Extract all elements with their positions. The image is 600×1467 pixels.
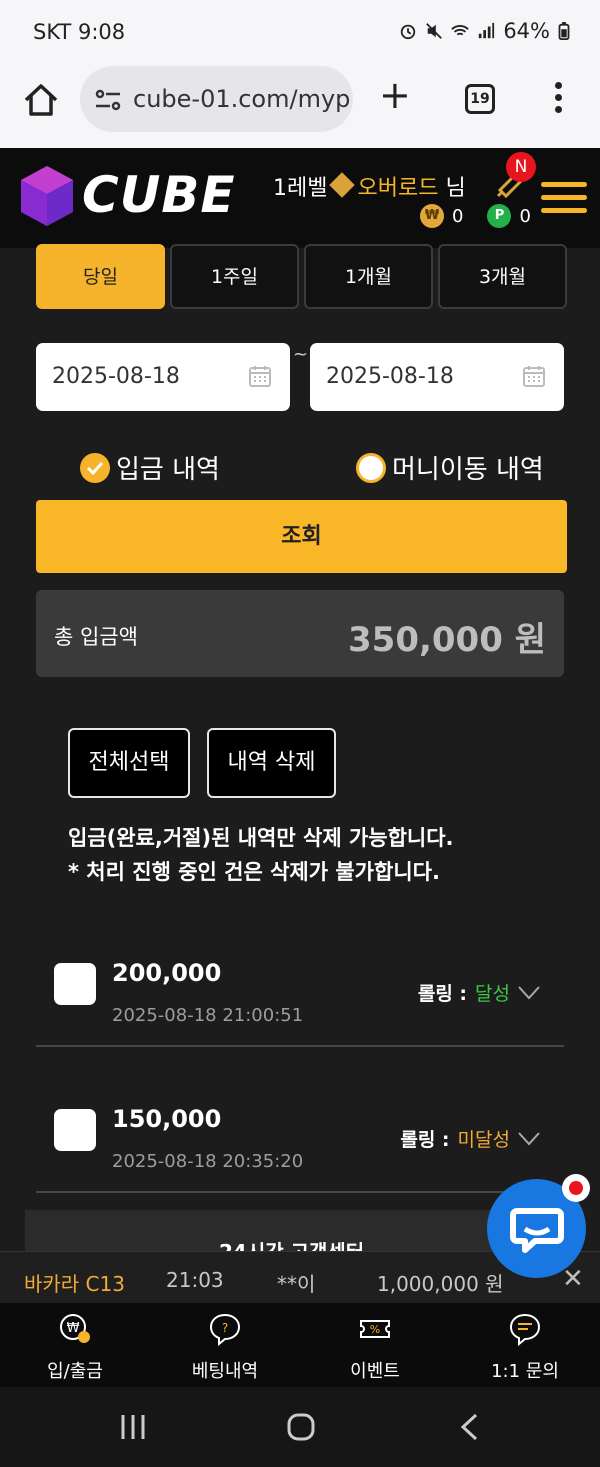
date-from-value: 2025-08-18 bbox=[52, 364, 180, 389]
user-level: 1레벨 bbox=[273, 176, 328, 201]
nav-inquiry[interactable]: 1:1 문의 bbox=[450, 1303, 600, 1387]
tab-1month[interactable]: 1개월 bbox=[304, 244, 433, 309]
alarm-icon bbox=[401, 24, 416, 40]
nav-deposit-withdraw[interactable]: ₩ 입/출금 bbox=[0, 1303, 150, 1387]
radio-deposit-label: 입금 내역 bbox=[116, 455, 220, 485]
battery-icon bbox=[558, 22, 570, 40]
point-balance: 0 bbox=[519, 205, 531, 227]
nav-label: 베팅내역 bbox=[191, 1361, 259, 1382]
radio-transfer[interactable]: 머니이동 내역 bbox=[356, 449, 544, 486]
rolling-label: 롤링 : bbox=[400, 1129, 450, 1151]
point-coin-icon: P bbox=[487, 204, 512, 228]
browser-toolbar: cube-01.com/myp + 19 bbox=[0, 62, 600, 148]
chevron-down-icon[interactable] bbox=[518, 985, 540, 1000]
honorific: 님 bbox=[445, 176, 466, 201]
ticker-game: 바카라 C13 bbox=[24, 1272, 125, 1296]
status-icons: 64% bbox=[399, 19, 570, 43]
signal-icon bbox=[479, 22, 495, 39]
notification-badge[interactable]: N bbox=[506, 152, 536, 182]
home-icon[interactable] bbox=[22, 82, 60, 118]
tab-today[interactable]: 당일 bbox=[36, 244, 165, 309]
status-bar: SKT 9:08 64% bbox=[0, 0, 600, 62]
wallet-icon: ₩ bbox=[60, 1314, 90, 1343]
nav-label: 이벤트 bbox=[350, 1361, 400, 1382]
row-checkbox[interactable] bbox=[54, 963, 96, 1005]
calendar-icon[interactable] bbox=[522, 364, 546, 388]
wifi-icon bbox=[451, 25, 470, 36]
tab-3month[interactable]: 3개월 bbox=[438, 244, 567, 309]
row-datetime: 2025-08-18 20:35:20 bbox=[112, 1151, 304, 1172]
chevron-down-icon[interactable] bbox=[518, 1131, 540, 1146]
nav-label: 입/출금 bbox=[47, 1361, 103, 1382]
record-badge-icon bbox=[562, 1174, 590, 1202]
site-logo[interactable]: CUBE bbox=[82, 166, 236, 224]
nav-event[interactable]: % 이벤트 bbox=[300, 1303, 450, 1387]
back-icon[interactable] bbox=[458, 1413, 480, 1441]
rolling-status[interactable]: 롤링 : 미달성 bbox=[400, 1125, 540, 1152]
total-deposit-box: 총 입금액 350,000 원 bbox=[36, 590, 564, 677]
radio-deposit[interactable]: 입금 내역 bbox=[80, 449, 220, 486]
level-diamond-icon bbox=[329, 172, 356, 198]
rolling-label: 롤링 : bbox=[417, 983, 468, 1005]
row-checkbox[interactable] bbox=[54, 1109, 96, 1151]
date-separator: ~ bbox=[293, 344, 309, 365]
home-button-icon[interactable] bbox=[286, 1413, 316, 1441]
delete-history-button[interactable]: 내역 삭제 bbox=[207, 728, 336, 798]
won-balance: 0 bbox=[452, 205, 464, 227]
rolling-value: 달성 bbox=[475, 983, 510, 1005]
row-amount: 200,000 bbox=[112, 959, 222, 987]
tab-switcher-button[interactable]: 19 bbox=[465, 84, 495, 114]
ticker-user: **이 bbox=[277, 1272, 316, 1296]
address-bar[interactable]: cube-01.com/myp bbox=[80, 66, 353, 132]
recent-apps-icon[interactable] bbox=[118, 1413, 148, 1441]
url-text[interactable]: cube-01.com/myp bbox=[133, 85, 350, 113]
battery-percent: 64% bbox=[503, 19, 550, 43]
date-to-field[interactable]: 2025-08-18 bbox=[310, 343, 564, 411]
svg-text:%: % bbox=[370, 1323, 380, 1336]
menu-hamburger-icon[interactable] bbox=[541, 182, 587, 216]
tab-1week[interactable]: 1주일 bbox=[170, 244, 299, 309]
date-to-value: 2025-08-18 bbox=[326, 364, 454, 389]
balances: ₩ 0 P 0 bbox=[420, 204, 531, 228]
notice-line-1: 입금(완료,거절)된 내역만 삭제 가능합니다. bbox=[68, 826, 454, 850]
svg-text:?: ? bbox=[222, 1321, 228, 1335]
message-icon bbox=[509, 1313, 541, 1347]
cube-logo-icon[interactable] bbox=[17, 164, 77, 228]
unchecked-radio-icon[interactable] bbox=[356, 452, 386, 483]
deposit-row[interactable]: 200,000 2025-08-18 21:00:51 롤링 : 달성 bbox=[36, 947, 564, 1047]
notice-line-2: * 처리 진행 중인 건은 삭제가 불가합니다. bbox=[68, 860, 440, 884]
new-tab-icon[interactable]: + bbox=[379, 76, 411, 114]
coupon-icon: % bbox=[360, 1320, 390, 1338]
total-label: 총 입금액 bbox=[54, 625, 138, 649]
rolling-value: 미달성 bbox=[457, 1129, 510, 1151]
mute-icon bbox=[426, 23, 443, 39]
more-menu-icon[interactable] bbox=[555, 82, 563, 118]
status-time: SKT 9:08 bbox=[33, 20, 126, 44]
svg-text:₩: ₩ bbox=[67, 1321, 80, 1336]
won-coin-icon: ₩ bbox=[420, 204, 444, 228]
nav-bet-history[interactable]: ? 베팅내역 bbox=[150, 1303, 300, 1387]
system-nav-bar bbox=[0, 1387, 600, 1467]
deposit-row[interactable]: 150,000 2025-08-18 20:35:20 롤링 : 미달성 bbox=[36, 1093, 564, 1193]
search-button[interactable]: 조회 bbox=[36, 500, 567, 573]
user-nickname: 오버로드 bbox=[357, 176, 439, 201]
calendar-icon[interactable] bbox=[248, 364, 272, 388]
bottom-nav: ₩ 입/출금 ? 베팅내역 % 이벤트 1:1 문의 bbox=[0, 1303, 600, 1387]
site-settings-icon[interactable] bbox=[94, 88, 122, 112]
row-amount: 150,000 bbox=[112, 1105, 222, 1133]
nav-label: 1:1 문의 bbox=[491, 1361, 559, 1382]
help-bubble-icon: ? bbox=[209, 1313, 241, 1347]
ticker-amount: 1,000,000 원 bbox=[377, 1272, 504, 1296]
rolling-status[interactable]: 롤링 : 달성 bbox=[418, 979, 540, 1006]
date-from-field[interactable]: 2025-08-18 bbox=[36, 343, 290, 411]
select-all-button[interactable]: 전체선택 bbox=[68, 728, 190, 798]
row-datetime: 2025-08-18 21:00:51 bbox=[112, 1005, 304, 1026]
ticker-time: 21:03 bbox=[166, 1268, 224, 1292]
checked-radio-icon[interactable] bbox=[80, 452, 110, 483]
radio-transfer-label: 머니이동 내역 bbox=[392, 455, 544, 485]
total-amount: 350,000 원 bbox=[348, 620, 546, 660]
user-info: 1레벨 오버로드 님 bbox=[273, 170, 466, 202]
